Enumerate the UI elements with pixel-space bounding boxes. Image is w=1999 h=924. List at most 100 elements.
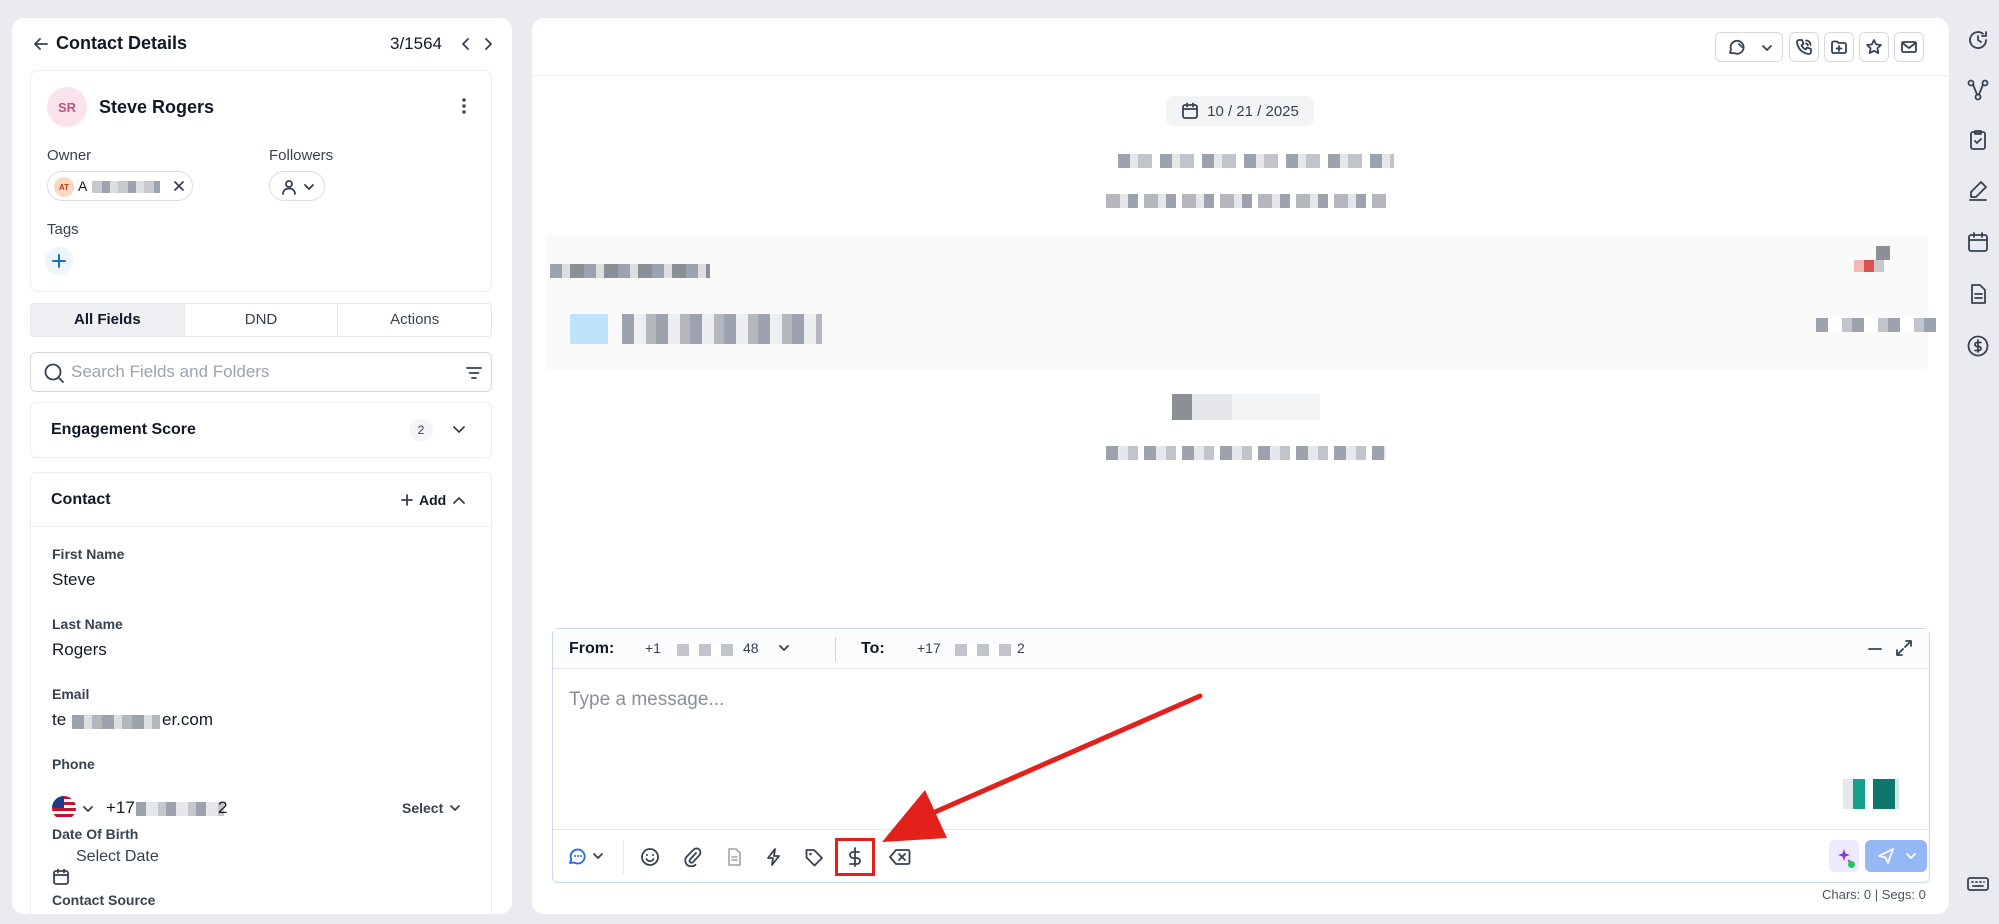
owner-label: Owner [47, 147, 92, 164]
chevron-up-icon[interactable] [451, 493, 467, 507]
redacted-badge [1854, 260, 1884, 272]
expand-icon[interactable] [1895, 639, 1913, 657]
redacted-text [1816, 318, 1936, 332]
document-icon[interactable] [1966, 282, 1990, 306]
chevron-down-icon [1906, 853, 1916, 859]
workflow-icon[interactable] [1966, 78, 1990, 102]
tab-dnd[interactable]: DND [183, 304, 338, 336]
dob-label: Date Of Birth [52, 826, 139, 842]
phone-type-select[interactable]: Select [402, 800, 461, 816]
followers-label: Followers [269, 147, 334, 164]
add-to-folder-button[interactable] [1824, 32, 1854, 62]
contact-details-panel: Contact Details 3/1564 SR Steve Rogers O… [12, 18, 512, 914]
close-icon[interactable] [172, 179, 186, 193]
add-field-button[interactable]: Add [401, 492, 446, 508]
composer-toolbar [553, 829, 1929, 883]
message-type-dropdown[interactable] [565, 844, 609, 870]
email-button[interactable] [1894, 32, 1924, 62]
divider [623, 840, 624, 874]
to-number-suffix[interactable]: 2 [1017, 640, 1025, 656]
dollar-icon[interactable] [842, 844, 868, 870]
owner-chip[interactable]: AT A [47, 171, 193, 201]
tasks-icon[interactable] [1966, 128, 1990, 152]
template-icon[interactable] [721, 844, 747, 870]
call-button[interactable] [1789, 32, 1819, 62]
tab-all-fields[interactable]: All Fields [31, 304, 184, 336]
phone-value-prefix[interactable]: +17 [106, 798, 135, 818]
chat-bubble-icon [569, 848, 603, 865]
message-input[interactable] [569, 685, 1569, 715]
chevron-left-icon[interactable] [458, 35, 474, 53]
us-flag-icon[interactable] [52, 796, 76, 820]
star-icon [1866, 39, 1882, 54]
last-name-value[interactable]: Rogers [52, 640, 107, 660]
tag-icon[interactable] [801, 844, 827, 870]
conversation-toolbar [532, 18, 1949, 76]
search-input[interactable] [71, 360, 431, 384]
phone-value-suffix[interactable]: 2 [218, 798, 227, 818]
calendar-icon[interactable] [1966, 230, 1990, 254]
calendar-icon [52, 868, 70, 886]
send-icon [1878, 848, 1894, 864]
chevron-right-icon[interactable] [480, 35, 496, 53]
character-count: Chars: 0 | Segs: 0 [1822, 887, 1926, 902]
back-arrow-icon[interactable] [32, 35, 50, 53]
filter-icon[interactable] [465, 365, 483, 381]
from-number-prefix[interactable]: +1 [645, 640, 661, 656]
chevron-down-icon[interactable] [451, 423, 467, 437]
redacted-text [92, 181, 160, 193]
emoji-icon[interactable] [637, 844, 663, 870]
count-badge: 2 [409, 419, 433, 441]
tags-label: Tags [47, 221, 79, 238]
phone-icon [1796, 39, 1812, 55]
more-options-icon[interactable] [461, 97, 467, 115]
followers-dropdown[interactable] [269, 171, 325, 201]
composer-header: From: +1 48 To: +17 2 [553, 629, 1929, 669]
first-name-label: First Name [52, 546, 125, 562]
conversation-date: 10 / 21 / 2025 [1207, 102, 1299, 120]
from-number-suffix[interactable]: 48 [743, 640, 759, 656]
clear-icon[interactable] [887, 844, 913, 870]
favorite-button[interactable] [1859, 32, 1889, 62]
phone-label: Phone [52, 756, 95, 772]
plus-icon [401, 494, 413, 506]
redacted-text [622, 314, 822, 344]
contact-name: Steve Rogers [99, 97, 215, 117]
redacted-text [1172, 394, 1320, 420]
search-icon [43, 362, 65, 384]
add-tag-button[interactable] [45, 247, 73, 275]
chevron-down-icon[interactable] [777, 643, 791, 653]
lightning-icon[interactable] [761, 844, 787, 870]
notes-pen-icon[interactable] [1966, 178, 1990, 202]
redacted-mark [1876, 246, 1890, 260]
payments-icon[interactable] [1966, 334, 1990, 358]
tab-actions[interactable]: Actions [337, 304, 491, 336]
chevron-down-icon[interactable] [82, 804, 94, 814]
email-value-prefix[interactable]: te [52, 710, 66, 730]
to-number-prefix[interactable]: +17 [917, 640, 941, 656]
contact-card: SR Steve Rogers Owner Followers AT A Tag… [30, 70, 492, 292]
message-item[interactable] [546, 234, 1936, 370]
keyboard-icon[interactable] [1966, 872, 1990, 896]
engagement-score-title: Engagement Score [51, 421, 196, 438]
last-name-label: Last Name [52, 616, 123, 632]
avatar: SR [47, 87, 87, 127]
engagement-score-section[interactable]: Engagement Score 2 [30, 402, 492, 458]
dob-placeholder[interactable]: Select Date [76, 848, 159, 866]
user-icon [280, 178, 298, 196]
chevron-down-icon [302, 181, 316, 193]
first-name-value[interactable]: Steve [52, 570, 95, 590]
minimize-icon[interactable] [1867, 641, 1883, 657]
status-dot [1848, 861, 1855, 868]
channel-dropdown[interactable] [1715, 32, 1783, 62]
send-button[interactable] [1865, 840, 1927, 872]
attachment-icon[interactable] [679, 844, 705, 870]
chevron-down-icon [1760, 43, 1774, 53]
record-counter: 3/1564 [390, 34, 442, 53]
add-field-label: Add [419, 492, 447, 508]
ai-assist-button[interactable] [1829, 840, 1859, 872]
history-icon[interactable] [1966, 28, 1990, 52]
chevron-down-icon [450, 805, 461, 811]
redacted-text [136, 802, 224, 816]
email-value-suffix[interactable]: er.com [162, 710, 213, 730]
